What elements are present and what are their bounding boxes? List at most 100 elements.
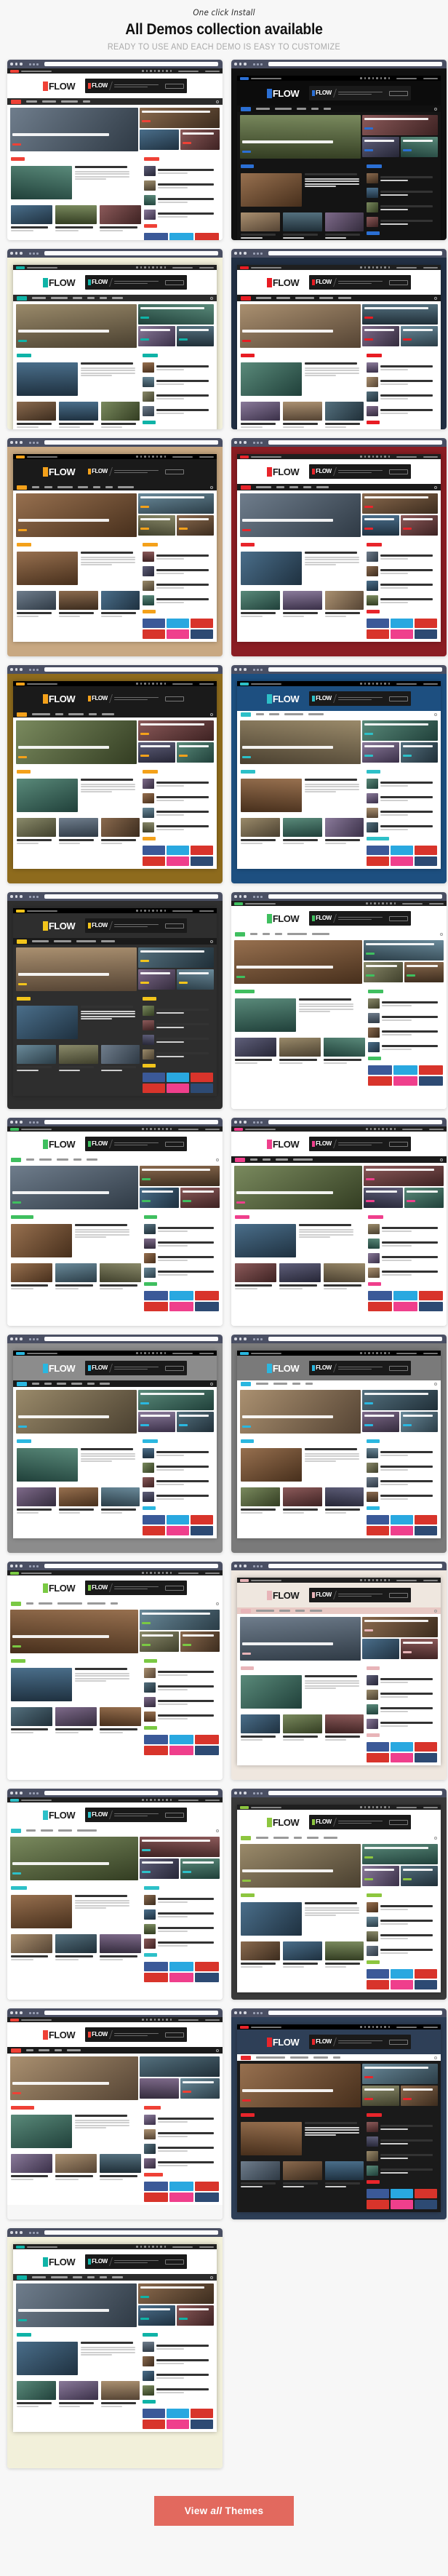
social-tile-1[interactable] bbox=[169, 1962, 194, 1971]
social-tile-2[interactable] bbox=[415, 2189, 437, 2198]
ad-banner-purchase-button[interactable] bbox=[389, 1365, 409, 1371]
address-bar[interactable] bbox=[268, 251, 442, 255]
ad-banner-purchase-button[interactable] bbox=[165, 1812, 185, 1818]
topbar-login-register[interactable] bbox=[199, 683, 214, 685]
social-icon[interactable] bbox=[164, 910, 166, 912]
ad-banner-purchase-button[interactable] bbox=[165, 1141, 185, 1147]
social-icon[interactable] bbox=[144, 683, 146, 685]
social-icon[interactable] bbox=[372, 1579, 374, 1581]
forward-arrow-icon[interactable] bbox=[32, 441, 35, 444]
ad-banner-purchase-button[interactable] bbox=[389, 696, 409, 701]
social-icon[interactable] bbox=[140, 456, 142, 458]
social-icon[interactable] bbox=[388, 2026, 390, 2028]
social-tile-1[interactable] bbox=[167, 619, 190, 628]
hero-tile[interactable] bbox=[180, 1188, 220, 1208]
ad-banner-purchase-button[interactable] bbox=[389, 469, 409, 474]
back-arrow-icon[interactable] bbox=[28, 252, 31, 255]
ad-banner-purchase-button[interactable] bbox=[165, 923, 185, 929]
featured-thumbnail[interactable] bbox=[241, 779, 302, 812]
social-tile-5[interactable] bbox=[191, 1526, 213, 1535]
social-icon[interactable] bbox=[360, 456, 362, 458]
social-tile-3[interactable] bbox=[144, 2193, 169, 2202]
hero-tile[interactable] bbox=[16, 493, 137, 537]
nav-item-travel-inspiration[interactable] bbox=[57, 1602, 83, 1605]
social-icon[interactable] bbox=[144, 910, 146, 912]
social-tile-1[interactable] bbox=[169, 2182, 194, 2191]
hero-tile[interactable] bbox=[240, 1390, 361, 1434]
topbar-login-register[interactable] bbox=[199, 1352, 214, 1354]
nav-item-test-drive[interactable] bbox=[276, 297, 290, 299]
hero-tile[interactable] bbox=[177, 1412, 214, 1432]
hero-tile[interactable] bbox=[364, 1166, 444, 1186]
sidebar-post-item[interactable] bbox=[144, 1909, 219, 1920]
search-icon[interactable] bbox=[210, 712, 213, 716]
traffic-light-zoom[interactable] bbox=[244, 1121, 247, 1124]
social-icon[interactable] bbox=[152, 1352, 154, 1354]
sidebar-post-item[interactable] bbox=[367, 406, 437, 416]
traffic-light-close[interactable] bbox=[234, 1565, 237, 1567]
nav-item-home[interactable] bbox=[17, 2275, 27, 2280]
post-card[interactable] bbox=[100, 2381, 140, 2407]
social-icon[interactable] bbox=[385, 902, 388, 905]
hero-tile[interactable] bbox=[138, 326, 176, 346]
post-card[interactable] bbox=[55, 1707, 97, 1733]
social-icon[interactable] bbox=[382, 1128, 384, 1130]
social-tile-5[interactable] bbox=[195, 2193, 219, 2202]
hero-tile[interactable] bbox=[140, 1859, 179, 1879]
nav-item-fitness[interactable] bbox=[72, 297, 83, 299]
social-icon[interactable] bbox=[164, 266, 166, 269]
post-card[interactable] bbox=[241, 1941, 280, 1968]
hero-tile[interactable] bbox=[10, 108, 138, 151]
nav-item-workout[interactable] bbox=[57, 1383, 67, 1385]
nav-item-lifestyle[interactable] bbox=[41, 1829, 54, 1832]
social-icon[interactable] bbox=[136, 910, 138, 912]
topbar-login-register[interactable] bbox=[423, 1352, 438, 1354]
reload-icon[interactable] bbox=[36, 1565, 39, 1567]
social-icon[interactable] bbox=[376, 266, 378, 269]
post-card[interactable] bbox=[17, 1487, 56, 1514]
ad-banner-purchase-button[interactable] bbox=[389, 1141, 409, 1147]
nav-item-meat-fish[interactable] bbox=[57, 486, 73, 488]
sidebar-post-item[interactable] bbox=[144, 1895, 219, 1905]
sidebar-post-item[interactable] bbox=[144, 1239, 219, 1249]
social-tile-4[interactable] bbox=[393, 1076, 418, 1086]
hero-tile[interactable] bbox=[240, 115, 361, 159]
sidebar-post-item[interactable] bbox=[143, 1448, 213, 1458]
traffic-light-close[interactable] bbox=[10, 895, 13, 898]
post-card[interactable] bbox=[324, 2161, 364, 2187]
social-tile-1[interactable] bbox=[167, 1515, 190, 1524]
social-icon[interactable] bbox=[376, 1806, 378, 1808]
nav-item-more[interactable] bbox=[87, 1383, 95, 1385]
sidebar-post-item[interactable] bbox=[143, 362, 213, 373]
social-tile-1[interactable] bbox=[393, 1291, 418, 1300]
social-icon[interactable] bbox=[368, 683, 370, 685]
social-icon[interactable] bbox=[140, 1352, 142, 1354]
address-bar[interactable] bbox=[44, 2011, 218, 2015]
social-icon[interactable] bbox=[160, 266, 162, 269]
nav-item-music[interactable] bbox=[55, 2049, 63, 2051]
ad-banner-purchase-button[interactable] bbox=[389, 1592, 409, 1598]
social-icon[interactable] bbox=[164, 683, 166, 685]
social-tile-4[interactable] bbox=[391, 856, 414, 866]
post-card[interactable] bbox=[241, 1487, 280, 1514]
topbar-login-register[interactable] bbox=[199, 2246, 214, 2248]
reload-icon[interactable] bbox=[36, 2231, 39, 2234]
social-icon[interactable] bbox=[368, 266, 370, 269]
social-icon[interactable] bbox=[161, 1572, 164, 1574]
social-icon[interactable] bbox=[160, 456, 162, 458]
social-icon[interactable] bbox=[150, 1799, 152, 1801]
traffic-light-minimize[interactable] bbox=[15, 252, 17, 255]
hero-tile[interactable] bbox=[362, 115, 438, 135]
hero-tile[interactable] bbox=[138, 2283, 214, 2304]
social-tile-5[interactable] bbox=[415, 2200, 437, 2209]
search-icon[interactable] bbox=[216, 1602, 219, 1605]
traffic-light-zoom[interactable] bbox=[20, 2011, 23, 2014]
social-tile-1[interactable] bbox=[391, 1969, 414, 1979]
topbar-login-register[interactable] bbox=[199, 266, 214, 269]
traffic-light-close[interactable] bbox=[10, 2011, 13, 2014]
nav-item-technology[interactable] bbox=[32, 2276, 46, 2278]
nav-item-home[interactable] bbox=[82, 100, 90, 103]
social-icon[interactable] bbox=[161, 1128, 164, 1130]
back-arrow-icon[interactable] bbox=[28, 441, 31, 444]
social-tile-2[interactable] bbox=[191, 619, 213, 628]
